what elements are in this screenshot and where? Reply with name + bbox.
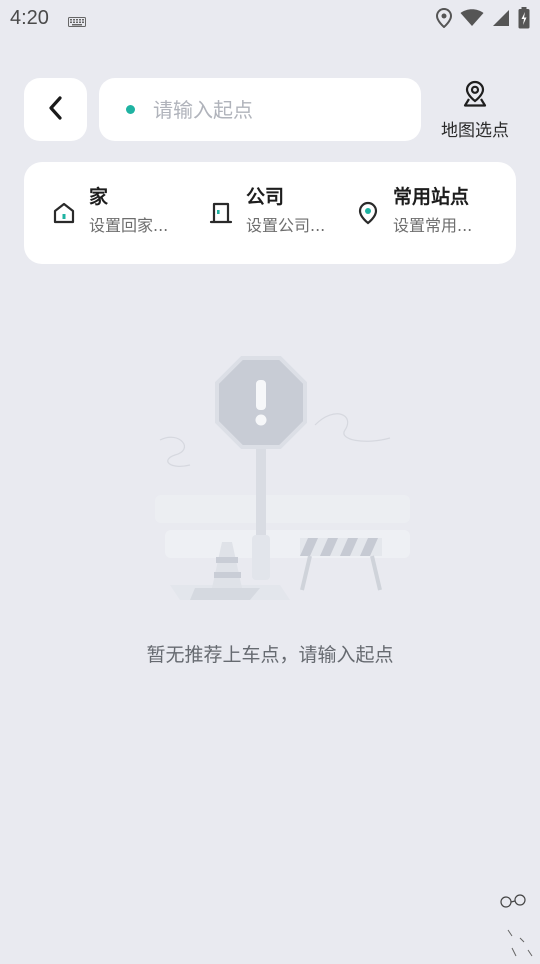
wifi-icon — [460, 9, 484, 31]
keyboard-icon — [68, 12, 86, 31]
map-pin-icon — [462, 80, 488, 112]
quick-place-title: 家 — [89, 186, 109, 208]
start-point-search[interactable] — [99, 78, 421, 141]
battery-icon — [518, 7, 530, 33]
chevron-left-icon — [46, 95, 66, 125]
quick-place-subtitle: 设置回家... — [89, 216, 169, 235]
start-dot-icon — [126, 105, 135, 114]
status-time: 4:20 — [10, 7, 49, 29]
corner-doodle-icon — [490, 890, 540, 960]
quick-place-home[interactable]: 家 设置回家... — [51, 184, 168, 242]
empty-state-illustration — [140, 350, 410, 610]
quick-place-title: 常用站点 — [393, 186, 470, 208]
empty-state-message: 暂无推荐上车点，请输入起点 — [146, 644, 394, 666]
quick-place-frequent-stop[interactable]: 常用站点 设置常用... — [355, 184, 472, 242]
quick-places-card: 家 设置回家... 公司 设置公司... 常用站点 设置常用... — [24, 162, 516, 264]
status-icons — [435, 7, 530, 33]
signal-icon — [492, 9, 510, 31]
location-pin-icon — [355, 200, 381, 226]
back-button[interactable] — [24, 78, 87, 141]
quick-place-subtitle: 设置常用... — [393, 216, 473, 235]
status-bar: 4:20 — [0, 0, 540, 36]
map-pick-button[interactable]: 地图选点 — [432, 80, 518, 141]
home-icon — [51, 200, 77, 226]
start-point-input[interactable] — [151, 96, 395, 123]
quick-place-subtitle: 设置公司... — [246, 216, 326, 235]
location-icon — [435, 7, 453, 32]
quick-place-office[interactable]: 公司 设置公司... — [208, 184, 325, 242]
office-door-icon — [208, 200, 234, 226]
map-pick-label: 地图选点 — [441, 121, 509, 141]
quick-place-title: 公司 — [246, 186, 285, 208]
